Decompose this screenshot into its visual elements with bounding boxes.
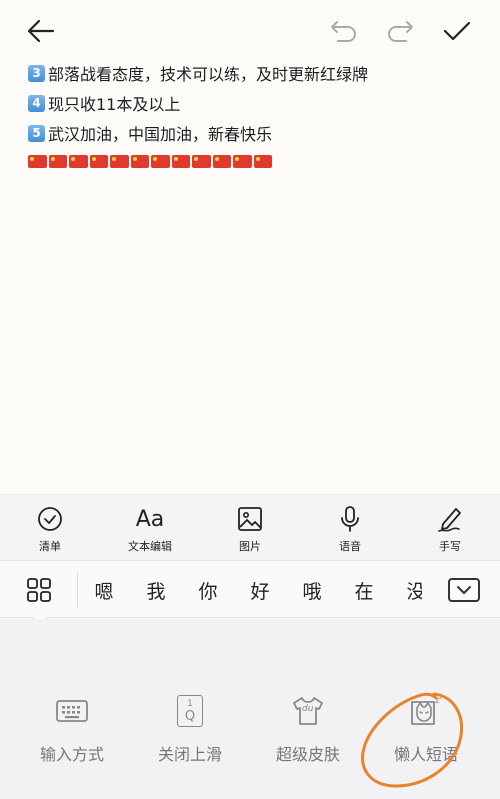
skin-brand-glyph: du — [302, 704, 314, 714]
redo-button[interactable] — [384, 14, 418, 48]
china-flag-emoji — [171, 154, 190, 168]
toolbar-label: 清单 — [39, 540, 61, 553]
china-flag-emoji — [192, 154, 211, 168]
toolbar-label: 文本编辑 — [128, 540, 172, 553]
china-flag-emoji — [130, 154, 149, 168]
checklist-icon — [38, 507, 62, 531]
editor-top-bar — [0, 0, 500, 60]
undo-icon — [331, 21, 356, 42]
image-button[interactable]: 图片 — [200, 495, 300, 560]
note-line-text: 现只收11本及以上 — [48, 95, 181, 114]
panel-item-label: 懒人短语 — [393, 745, 458, 764]
text-format-button[interactable]: Aa 文本编辑 — [100, 495, 200, 560]
checkmark-icon — [443, 21, 471, 41]
grid-menu-icon — [27, 578, 51, 602]
china-flag-emoji-row — [28, 148, 488, 174]
note-tools-toolbar: 清单 Aa 文本编辑 图片 语音 手写 — [0, 494, 500, 560]
lazy-phrases-button[interactable]: zz 懒人短语 — [366, 691, 486, 765]
undo-button[interactable] — [326, 14, 360, 48]
keyboard-icon — [56, 700, 88, 722]
china-flag-emoji — [48, 154, 67, 168]
china-flag-emoji — [233, 154, 252, 168]
text-format-icon: Aa — [135, 506, 165, 532]
note-line: 3 部落战看态度，技术可以练，及时更新红绿牌 — [28, 58, 488, 88]
note-line: 4 现只收11本及以上 — [28, 88, 488, 118]
input-method-button[interactable]: 输入方式 — [12, 691, 132, 765]
toolbar-label: 图片 — [239, 540, 261, 553]
handwriting-button[interactable]: 手写 — [400, 495, 500, 560]
candidate-word[interactable]: 嗯 — [78, 561, 130, 619]
image-icon — [238, 507, 262, 531]
swipe-key-top-glyph: 1 — [187, 698, 193, 709]
candidate-word[interactable]: 没 — [390, 561, 422, 619]
china-flag-emoji — [253, 154, 272, 168]
china-flag-emoji — [151, 154, 170, 168]
candidate-word[interactable]: 在 — [338, 561, 390, 619]
china-flag-emoji — [110, 154, 129, 168]
keyboard-collapse-icon — [457, 586, 471, 594]
keycap-number-badge: 5 — [28, 124, 45, 142]
redo-icon — [388, 21, 413, 42]
keycap-number-badge: 3 — [28, 64, 45, 82]
ime-menu-button[interactable] — [26, 577, 52, 607]
note-line-text: 部落战看态度，技术可以练，及时更新红绿牌 — [48, 65, 369, 84]
candidate-word[interactable]: 我 — [130, 561, 182, 619]
note-line: 5 武汉加油，中国加油，新春快乐 — [28, 118, 488, 148]
microphone-icon — [341, 506, 359, 532]
china-flag-emoji — [89, 154, 108, 168]
lazy-cat-phrases-icon: zz — [411, 694, 442, 725]
candidate-word[interactable]: 你 — [182, 561, 234, 619]
disable-swipe-up-button[interactable]: 1 Q 关闭上滑 — [130, 691, 250, 765]
candidate-word[interactable]: 哦 — [286, 561, 338, 619]
keycap-number-badge: 4 — [28, 94, 45, 112]
ime-menu-panel: 输入方式 1 Q 关闭上滑 du 超级皮肤 zz 懒人短语 — [0, 619, 500, 799]
swipe-key-main-glyph: Q — [184, 708, 196, 724]
china-flag-emoji — [212, 154, 231, 168]
candidate-word[interactable]: 好 — [234, 561, 286, 619]
super-skin-button[interactable]: du 超级皮肤 — [248, 691, 368, 765]
handwriting-pen-icon — [438, 508, 461, 532]
confirm-button[interactable] — [440, 14, 474, 48]
panel-item-label: 超级皮肤 — [275, 745, 340, 764]
back-button[interactable] — [24, 14, 58, 48]
note-body[interactable]: 3 部落战看态度，技术可以练，及时更新红绿牌 4 现只收11本及以上 5 武汉加… — [28, 58, 488, 174]
voice-button[interactable]: 语音 — [300, 495, 400, 560]
toolbar-label: 手写 — [439, 540, 461, 553]
panel-item-label: 输入方式 — [39, 745, 104, 764]
keyboard-collapse-button[interactable] — [448, 578, 480, 602]
ime-candidate-bar: 嗯 我 你 好 哦 在 没 — [0, 560, 500, 618]
svg-text:z: z — [439, 694, 442, 701]
candidate-list: 嗯 我 你 好 哦 在 没 — [78, 561, 422, 619]
panel-item-label: 关闭上滑 — [157, 745, 222, 764]
china-flag-emoji — [69, 154, 88, 168]
china-flag-emoji — [28, 154, 47, 168]
toolbar-label: 语音 — [339, 540, 361, 553]
arrow-left-icon — [27, 19, 55, 43]
note-line-text: 武汉加油，中国加油，新春快乐 — [48, 125, 273, 144]
swipe-up-q-icon: 1 Q — [177, 695, 203, 727]
checklist-button[interactable]: 清单 — [0, 495, 100, 560]
